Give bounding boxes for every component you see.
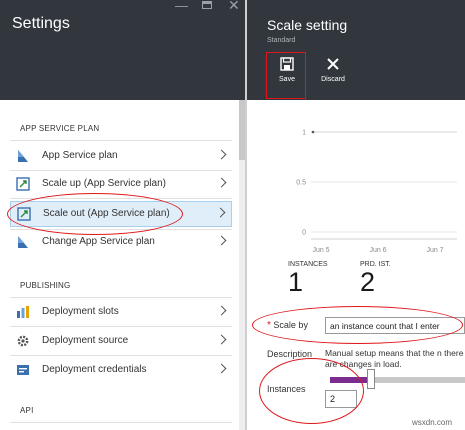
instance-chart: 1 0.5 0 Jun 5 Jun 6 Jun 7 <box>296 130 457 254</box>
nav-label: Scale up (App Service plan) <box>42 178 166 189</box>
nav-item-scale-up[interactable]: Scale up (App Service plan) <box>10 172 232 198</box>
description-label: Description <box>267 349 313 359</box>
close-icon[interactable]: ✕ <box>228 0 240 14</box>
scale-by-label: * Scale by <box>267 320 308 331</box>
y-tick-label: 1 <box>302 130 306 137</box>
divider <box>10 140 232 141</box>
scale-setting-subtitle: Standard <box>267 37 296 44</box>
stat-instances: INSTANCES 1 <box>288 261 328 296</box>
instances-input[interactable]: 2 <box>325 390 357 408</box>
chevron-right-icon <box>216 305 227 316</box>
nav-item-deployment-slots[interactable]: Deployment slots <box>10 300 232 326</box>
nav-label: App Service plan <box>42 150 118 161</box>
scale-setting-header: Scale setting Standard Save Discard <box>247 0 465 100</box>
gear-icon <box>17 335 29 347</box>
instances-slider-fill <box>330 377 371 383</box>
chevron-right-icon <box>215 207 226 218</box>
scale-setting-title: Scale setting <box>267 17 348 33</box>
nav-label: Scale out (App Service plan) <box>43 208 170 219</box>
divider <box>10 355 232 356</box>
x-tick-label: Jun 7 <box>426 247 443 254</box>
save-label: Save <box>279 76 295 83</box>
discard-icon <box>327 58 339 70</box>
stat-value: 2 <box>360 267 376 297</box>
maximize-icon[interactable] <box>202 1 212 9</box>
blade-divider <box>245 0 247 430</box>
instances-label: Instances <box>267 384 306 394</box>
change-plan-icon <box>18 236 28 248</box>
divider <box>10 297 232 298</box>
chevron-right-icon <box>216 334 227 345</box>
chevron-right-icon <box>216 149 227 160</box>
scale-out-icon <box>17 207 31 221</box>
settings-blade: Settings — ✕ APP SERVICE PLAN App Servic… <box>0 0 245 430</box>
scale-by-select[interactable]: an instance count that I enter <box>325 317 465 334</box>
app-service-plan-icon <box>18 150 28 162</box>
discard-label: Discard <box>321 76 345 83</box>
chevron-right-icon <box>216 235 227 246</box>
nav-label: Deployment slots <box>42 306 119 317</box>
scale-by-label-text: Scale by <box>273 320 308 330</box>
nav-label: Deployment credentials <box>42 364 147 375</box>
save-icon <box>280 57 294 71</box>
data-point <box>311 130 315 134</box>
section-app-service-plan: APP SERVICE PLAN <box>20 124 100 133</box>
divider <box>10 198 232 199</box>
divider <box>10 422 232 423</box>
instances-slider-thumb[interactable] <box>366 369 375 389</box>
discard-button[interactable]: Discard <box>315 57 351 83</box>
nav-item-deployment-credentials[interactable]: Deployment credentials <box>10 358 232 384</box>
divider <box>10 170 232 171</box>
deployment-slots-icon <box>17 306 29 318</box>
nav-item-app-service-plan[interactable]: App Service plan <box>10 144 232 170</box>
minimize-icon[interactable]: — <box>175 0 188 13</box>
section-api: API <box>20 406 34 415</box>
watermark: wsxdn.com <box>412 418 453 427</box>
settings-header: Settings — ✕ <box>0 0 245 100</box>
y-tick-label: 0 <box>302 230 306 237</box>
nav-label: Deployment source <box>42 335 129 346</box>
scale-setting-blade: Scale setting Standard Save Discard 1 0.5… <box>247 0 465 430</box>
y-tick-label: 0.5 <box>296 180 306 187</box>
nav-item-change-plan[interactable]: Change App Service plan <box>10 230 232 256</box>
nav-item-scale-out[interactable]: Scale out (App Service plan) <box>10 201 232 227</box>
x-tick-label: Jun 6 <box>369 247 386 254</box>
nav-label: Change App Service plan <box>42 236 155 247</box>
chevron-right-icon <box>216 177 227 188</box>
nav-item-deployment-source[interactable]: Deployment source <box>10 329 232 355</box>
section-publishing: PUBLISHING <box>20 281 71 290</box>
save-button[interactable]: Save <box>269 57 305 83</box>
x-tick-label: Jun 5 <box>312 247 329 254</box>
chevron-right-icon <box>216 363 227 374</box>
description-text: Manual setup means that the n there are … <box>325 348 464 369</box>
settings-title: Settings <box>12 15 70 32</box>
credentials-icon <box>17 365 29 375</box>
stat-prd-ist: PRD. IST. 2 <box>360 261 391 296</box>
scale-up-icon <box>16 177 30 191</box>
divider <box>10 326 232 327</box>
stat-value: 1 <box>288 267 304 297</box>
required-marker: * <box>267 320 271 331</box>
